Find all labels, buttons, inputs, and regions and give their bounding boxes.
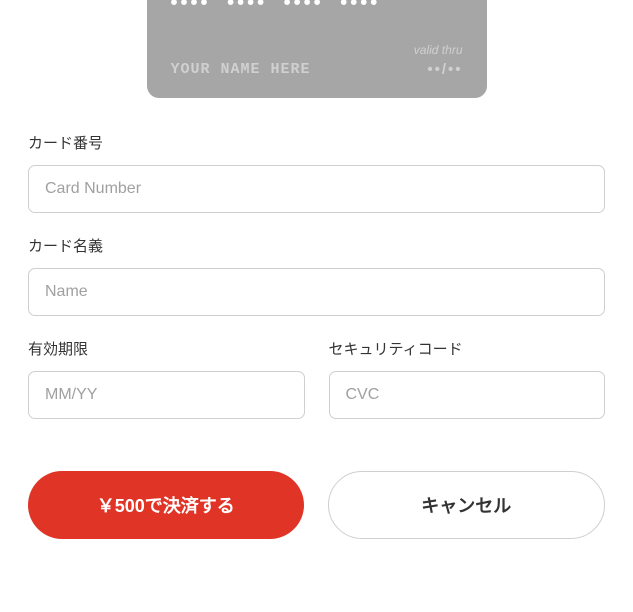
payment-form: カード番号 カード名義 有効期限 セキュリティコード ￥500で決済する キャン…	[0, 98, 633, 539]
valid-thru-placeholder: ••/••	[414, 61, 463, 78]
dot-group: ••••	[340, 0, 380, 15]
cancel-button[interactable]: キャンセル	[328, 471, 606, 539]
dot-group: ••••	[284, 0, 324, 15]
card-name-label: カード名義	[28, 235, 605, 256]
expiry-label: 有効期限	[28, 338, 305, 359]
card-name-input[interactable]	[28, 268, 605, 316]
valid-thru-label: valid thru	[414, 43, 463, 57]
card-number-label: カード番号	[28, 132, 605, 153]
card-number-input[interactable]	[28, 165, 605, 213]
cvc-label: セキュリティコード	[329, 338, 606, 359]
cvc-input[interactable]	[329, 371, 606, 419]
card-name-group: カード名義	[28, 235, 605, 316]
card-number-dots: •••• •••• •••• ••••	[171, 0, 463, 15]
card-bottom-row: YOUR NAME HERE valid thru ••/••	[171, 43, 463, 78]
cvc-group: セキュリティコード	[329, 338, 606, 419]
button-row: ￥500で決済する キャンセル	[28, 471, 605, 539]
card-number-group: カード番号	[28, 132, 605, 213]
card-valid-thru: valid thru ••/••	[414, 43, 463, 78]
dot-group: ••••	[171, 0, 211, 15]
card-name-placeholder: YOUR NAME HERE	[171, 61, 311, 78]
card-preview: •••• •••• •••• •••• YOUR NAME HERE valid…	[147, 0, 487, 98]
dot-group: ••••	[227, 0, 267, 15]
expiry-cvc-row: 有効期限 セキュリティコード	[28, 338, 605, 441]
expiry-group: 有効期限	[28, 338, 305, 419]
expiry-input[interactable]	[28, 371, 305, 419]
submit-button[interactable]: ￥500で決済する	[28, 471, 304, 539]
